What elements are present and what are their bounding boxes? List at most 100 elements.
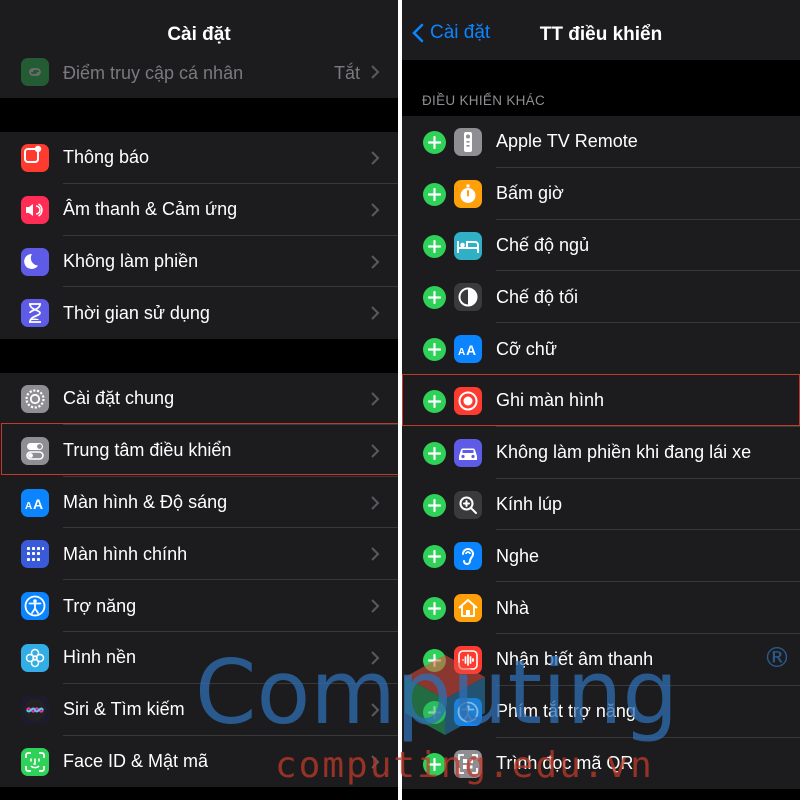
control-item-label: Chế độ ngủ xyxy=(496,234,590,255)
svg-text:A: A xyxy=(25,501,32,512)
add-control-button[interactable] xyxy=(423,338,446,362)
svg-text:A: A xyxy=(466,342,476,358)
chevron-right-icon xyxy=(371,392,380,406)
plus-icon xyxy=(428,343,441,357)
list-item-gear[interactable]: Cài đặt chung xyxy=(0,373,398,425)
control-item-label: Không làm phiền khi đang lái xe xyxy=(496,442,752,463)
control-item-label: Nghe xyxy=(496,545,540,566)
tv-remote-icon xyxy=(454,128,482,156)
list-item-label: Trung tâm điều khiển xyxy=(63,440,232,461)
control-item-car: Không làm phiền khi đang lái xe xyxy=(402,427,800,479)
car-icon xyxy=(454,438,482,467)
list-item-moon[interactable]: Không làm phiền xyxy=(0,236,398,288)
page-title: Cài đặt xyxy=(167,24,231,45)
flower-icon xyxy=(21,643,49,672)
ear-icon xyxy=(454,542,482,571)
control-item-tv-remote: Apple TV Remote xyxy=(402,116,800,168)
list-item-label: Trợ năng xyxy=(63,595,137,616)
list-item-label: Thời gian sử dụng xyxy=(63,302,210,323)
more-controls-group: Apple TV Remote Bấm giờ Chế độ ngủ Chế độ t… xyxy=(402,116,800,790)
qr-code-icon xyxy=(454,749,482,778)
chevron-right-icon xyxy=(371,703,380,717)
control-item-label: Nhà xyxy=(496,597,530,618)
list-item-accessibility[interactable]: Trợ năng xyxy=(0,580,398,632)
add-control-button[interactable] xyxy=(423,182,446,206)
list-item-label: Hình nền xyxy=(63,647,137,668)
chevron-right-icon xyxy=(371,651,380,665)
add-control-button[interactable] xyxy=(423,441,446,465)
add-control-button[interactable] xyxy=(423,648,446,672)
hotspot-icon xyxy=(21,58,49,86)
add-control-button[interactable] xyxy=(423,493,446,517)
hotspot-status: Tắt xyxy=(333,62,360,83)
control-item-label: Cỡ chữ xyxy=(496,338,557,359)
add-control-button[interactable] xyxy=(423,286,446,310)
gear-icon xyxy=(21,385,49,413)
nav-bar: Cài đặt TT điều khiển xyxy=(402,0,800,60)
hotspot-group: Điểm truy cập cá nhân Tắt xyxy=(0,48,398,98)
chevron-right-icon xyxy=(371,599,380,613)
plus-icon xyxy=(428,705,441,719)
list-item-flower[interactable]: Hình nền xyxy=(0,632,398,684)
add-control-button[interactable] xyxy=(423,700,446,724)
list-item-home-grid[interactable]: Màn hình chính xyxy=(0,528,398,581)
plus-icon xyxy=(428,653,441,667)
plus-icon xyxy=(428,498,441,512)
chevron-right-icon xyxy=(371,65,380,79)
list-item-label: Âm thanh & Cảm ứng xyxy=(63,199,238,220)
add-control-button[interactable] xyxy=(423,234,446,258)
chevron-right-icon xyxy=(371,151,380,165)
plus-icon xyxy=(428,239,441,253)
control-item-text-size: A A Cỡ chữ xyxy=(402,323,800,375)
list-item-label: Điểm truy cập cá nhân xyxy=(63,62,244,83)
list-item-hourglass[interactable]: Thời gian sử dụng xyxy=(0,287,398,339)
list-item-toggles[interactable]: Trung tâm điều khiển xyxy=(0,425,398,477)
settings-panel: Cài đặt Điểm truy cập cá nhân Tắt Thông … xyxy=(0,0,398,800)
add-control-button[interactable] xyxy=(423,752,446,776)
list-item-sound[interactable]: Âm thanh & Cảm ứng xyxy=(0,184,398,236)
control-item-label: Apple TV Remote xyxy=(496,131,638,152)
plus-icon xyxy=(428,136,441,149)
control-item-screen-record: Ghi màn hình xyxy=(402,375,800,427)
stopwatch-icon xyxy=(454,179,482,208)
list-item-text-size[interactable]: A A Màn hình & Độ sáng xyxy=(0,477,398,529)
sound-recognition-icon xyxy=(454,645,482,674)
notifications-icon xyxy=(21,144,49,172)
home-icon xyxy=(454,594,482,623)
control-item-label: Kính lúp xyxy=(496,493,563,514)
control-item-bed: Chế độ ngủ xyxy=(402,220,800,272)
plus-icon xyxy=(428,446,441,460)
moon-icon xyxy=(21,247,49,276)
list-item-label: Không làm phiền xyxy=(63,250,199,271)
magnifier-icon xyxy=(454,490,482,519)
add-control-button[interactable] xyxy=(423,597,446,621)
list-item-siri[interactable]: Siri & Tìm kiếm xyxy=(0,684,398,736)
control-item-qr-code: Trình đọc mã QR xyxy=(402,738,800,790)
add-control-button[interactable] xyxy=(423,545,446,569)
home-grid-icon xyxy=(21,540,49,569)
list-item-notifications[interactable]: Thông báo xyxy=(0,132,398,184)
plus-icon xyxy=(428,602,441,616)
control-item-stopwatch: Bấm giờ xyxy=(402,168,800,220)
add-control-button[interactable] xyxy=(423,131,446,154)
list-item-face-id[interactable]: Face ID & Mật mã xyxy=(0,736,398,788)
sound-icon xyxy=(21,195,49,224)
control-item-home: Nhà xyxy=(402,582,800,634)
plus-icon xyxy=(428,187,441,201)
list-item-label: Thông báo xyxy=(63,147,150,168)
add-control-button[interactable] xyxy=(423,389,446,413)
hourglass-icon xyxy=(21,299,49,328)
control-item-dark-mode: Chế độ tối xyxy=(402,271,800,324)
notifications-group: Thông báo Âm thanh & Cảm ứng Không làm phi… xyxy=(0,132,398,340)
text-size-icon: AA xyxy=(21,488,49,517)
general-group: Cài đặt chung Trung tâm điều khiển A A Màn h… xyxy=(0,373,398,788)
plus-icon xyxy=(428,550,441,564)
control-item-label: Bấm giờ xyxy=(496,183,564,204)
list-item-label: Màn hình chính xyxy=(63,543,188,564)
list-item-label: Cài đặt chung xyxy=(63,388,175,409)
svg-text:A: A xyxy=(458,347,465,358)
bed-icon xyxy=(454,231,482,260)
list-item-personal-hotspot[interactable]: Điểm truy cập cá nhân Tắt xyxy=(0,48,398,98)
control-item-magnifier: Kính lúp xyxy=(402,479,800,531)
chevron-right-icon xyxy=(371,203,380,217)
